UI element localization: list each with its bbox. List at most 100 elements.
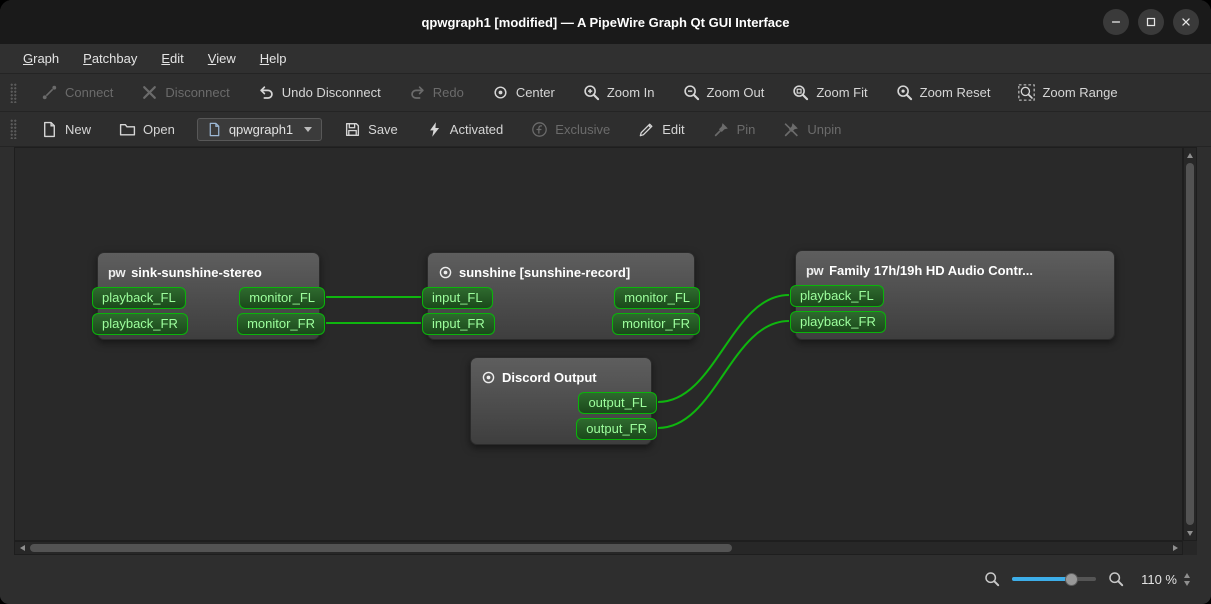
port-playback_FL[interactable]: playback_FL xyxy=(790,285,884,307)
output-ports: monitor_FL monitor_FR xyxy=(612,287,700,335)
spin-down-arrow[interactable] xyxy=(1184,580,1190,586)
menu-edit[interactable]: Edit xyxy=(152,48,192,69)
port-monitor_FL[interactable]: monitor_FL xyxy=(614,287,700,309)
patchbay-combobox[interactable]: qpwgraph1 xyxy=(196,117,323,141)
unpin-button[interactable]: Unpin xyxy=(777,117,847,142)
toolbar-drag-handle[interactable] xyxy=(10,82,17,103)
zoom-in-button[interactable]: Zoom In xyxy=(577,80,661,105)
port-input_FR[interactable]: input_FR xyxy=(422,313,495,335)
graph-canvas[interactable]: pw sink-sunshine-stereo playback_FL play… xyxy=(14,147,1183,541)
node-title-text: Family 17h/19h HD Audio Contr... xyxy=(829,262,1033,278)
connect-button[interactable]: Connect xyxy=(35,80,119,105)
zoom-range-icon xyxy=(1018,84,1035,101)
center-button[interactable]: Center xyxy=(486,80,561,105)
activated-button[interactable]: Activated xyxy=(420,117,509,142)
save-label: Save xyxy=(368,121,398,137)
node-title: pw sink-sunshine-stereo xyxy=(98,253,319,287)
zoom-slider-min-icon[interactable] xyxy=(984,571,1000,587)
input-ports: playback_FL playback_FR xyxy=(92,287,188,335)
pin-button[interactable]: Pin xyxy=(707,117,762,142)
zoom-in-icon xyxy=(583,84,600,101)
minimize-icon xyxy=(1109,15,1123,29)
scroll-down-arrow[interactable] xyxy=(1184,527,1196,539)
node-family-hd-audio[interactable]: pw Family 17h/19h HD Audio Contr... play… xyxy=(790,250,1115,340)
menu-graph[interactable]: Graph xyxy=(14,48,68,69)
pin-label: Pin xyxy=(736,121,756,137)
new-label: New xyxy=(65,121,92,137)
menu-help[interactable]: Help xyxy=(251,48,296,69)
exclusive-button[interactable]: Exclusive xyxy=(525,117,616,142)
menu-patchbay[interactable]: Patchbay xyxy=(74,48,146,69)
node-discord-output[interactable]: Discord Output output_FL output_FR xyxy=(470,357,657,446)
minimize-button[interactable] xyxy=(1103,9,1129,35)
center-icon xyxy=(492,84,509,101)
vertical-scrollbar[interactable] xyxy=(1183,147,1197,541)
horizontal-scroll-handle[interactable] xyxy=(30,544,732,552)
input-ports: playback_FL playback_FR xyxy=(790,285,886,333)
zoom-spinbox[interactable]: 110 % xyxy=(1136,569,1195,590)
undo-disconnect-button[interactable]: Undo Disconnect xyxy=(252,80,387,105)
zoom-reset-label: Zoom Reset xyxy=(919,85,991,100)
horizontal-scrollbar[interactable] xyxy=(14,541,1183,555)
chevron-down-icon xyxy=(304,126,313,132)
node-sink-sunshine-stereo[interactable]: pw sink-sunshine-stereo playback_FL play… xyxy=(92,252,325,341)
port-output_FL[interactable]: output_FL xyxy=(578,392,657,414)
zoom-reset-button[interactable]: Zoom Reset xyxy=(890,80,997,105)
zoom-fit-icon xyxy=(792,84,809,101)
disconnect-button[interactable]: Disconnect xyxy=(135,80,235,105)
new-file-icon xyxy=(41,121,58,138)
node-title: pw Family 17h/19h HD Audio Contr... xyxy=(796,251,1114,285)
edit-button[interactable]: Edit xyxy=(632,117,690,142)
window-title: qpwgraph1 [modified] — A PipeWire Graph … xyxy=(421,14,790,30)
port-monitor_FL[interactable]: monitor_FL xyxy=(239,287,325,309)
menu-view[interactable]: View xyxy=(199,48,245,69)
activated-label: Activated xyxy=(449,121,504,137)
undo-icon xyxy=(258,84,275,101)
scroll-up-arrow[interactable] xyxy=(1184,149,1196,161)
patchbay-file-icon xyxy=(207,122,222,137)
ports: input_FL input_FR monitor_FL monitor_FR xyxy=(422,287,700,341)
toolbar-file: New Open qpwgraph1 Save Activated Exclus… xyxy=(0,112,1211,147)
scroll-right-arrow[interactable] xyxy=(1169,542,1181,554)
zoom-fit-label: Zoom Fit xyxy=(816,85,868,100)
zoom-fit-button[interactable]: Zoom Fit xyxy=(786,80,873,105)
close-button[interactable] xyxy=(1173,9,1199,35)
scroll-left-arrow[interactable] xyxy=(16,542,28,554)
node-title: sunshine [sunshine-record] xyxy=(428,253,694,287)
ports: playback_FL playback_FR monitor_FL monit… xyxy=(92,287,325,341)
save-button[interactable]: Save xyxy=(338,117,404,142)
maximize-icon xyxy=(1144,15,1158,29)
pipewire-icon: pw xyxy=(108,264,126,280)
ports: output_FL output_FR xyxy=(471,392,657,446)
port-input_FL[interactable]: input_FL xyxy=(422,287,493,309)
output-ports: output_FL output_FR xyxy=(576,392,657,440)
save-icon xyxy=(344,121,361,138)
spin-arrows xyxy=(1184,572,1190,586)
zoom-slider[interactable] xyxy=(1012,572,1097,586)
vertical-scroll-handle[interactable] xyxy=(1186,163,1194,525)
port-monitor_FR[interactable]: monitor_FR xyxy=(237,313,325,335)
app-window: qpwgraph1 [modified] — A PipeWire Graph … xyxy=(0,0,1211,604)
zoom-range-button[interactable]: Zoom Range xyxy=(1012,80,1123,105)
titlebar[interactable]: qpwgraph1 [modified] — A PipeWire Graph … xyxy=(0,0,1211,44)
redo-icon xyxy=(409,84,426,101)
zoom-reset-icon xyxy=(896,84,913,101)
open-button[interactable]: Open xyxy=(113,117,181,142)
port-playback_FL[interactable]: playback_FL xyxy=(92,287,186,309)
redo-button[interactable]: Redo xyxy=(403,80,470,105)
port-output_FR[interactable]: output_FR xyxy=(576,418,657,440)
port-playback_FR[interactable]: playback_FR xyxy=(92,313,188,335)
zoom-slider-fill xyxy=(1012,577,1071,581)
new-button[interactable]: New xyxy=(35,117,97,142)
zoom-slider-knob[interactable] xyxy=(1064,572,1078,586)
zoom-slider-max-icon[interactable] xyxy=(1108,571,1124,587)
maximize-button[interactable] xyxy=(1138,9,1164,35)
port-monitor_FR[interactable]: monitor_FR xyxy=(612,313,700,335)
node-sunshine-record[interactable]: sunshine [sunshine-record] input_FL inpu… xyxy=(422,252,700,341)
undo-disconnect-label: Undo Disconnect xyxy=(281,85,381,100)
zoom-out-button[interactable]: Zoom Out xyxy=(677,80,771,105)
spin-up-arrow[interactable] xyxy=(1184,572,1190,578)
toolbar-drag-handle[interactable] xyxy=(10,119,17,139)
record-icon xyxy=(438,265,453,280)
port-playback_FR[interactable]: playback_FR xyxy=(790,311,886,333)
